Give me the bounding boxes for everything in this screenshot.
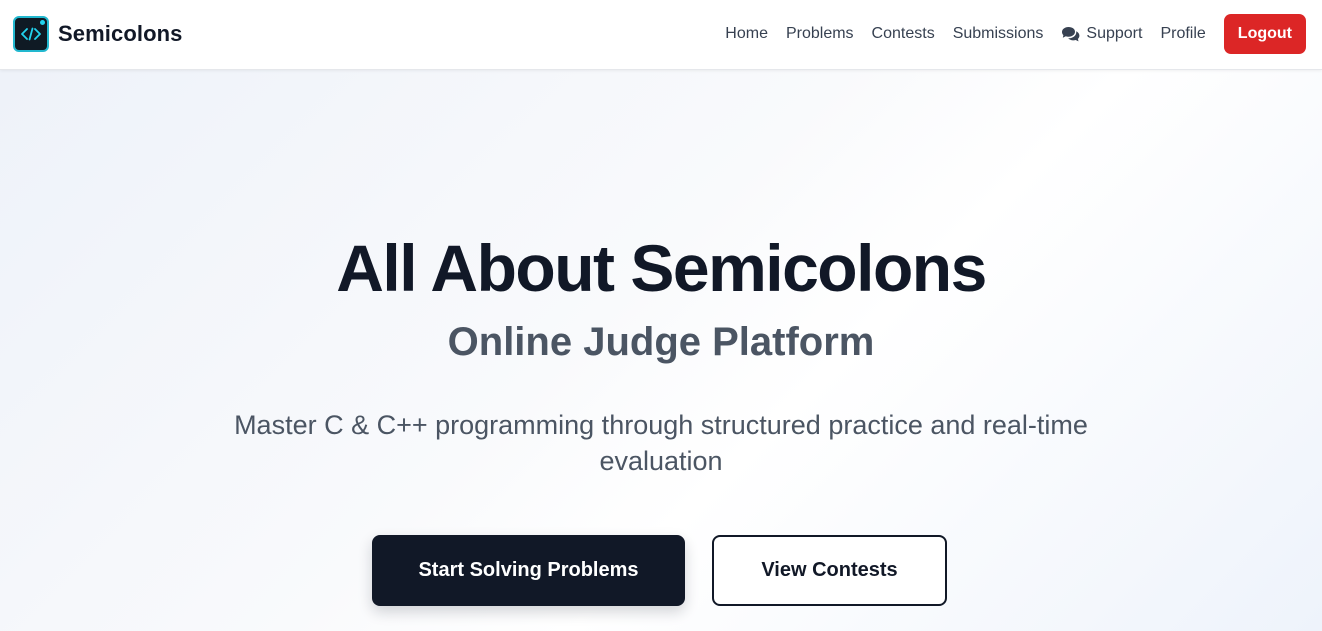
chat-bubbles-icon: [1061, 26, 1082, 42]
nav-support-label: Support: [1086, 25, 1143, 42]
nav-support-link[interactable]: Support: [1061, 25, 1142, 43]
brand-name: Semicolons: [58, 20, 183, 46]
brand-link[interactable]: Semicolons: [13, 15, 182, 52]
start-solving-button[interactable]: Start Solving Problems: [372, 535, 685, 606]
hero-description: Master C & C++ programming through struc…: [234, 410, 1088, 476]
nav-submissions-link[interactable]: Submissions: [953, 25, 1044, 43]
hero-subtitle: Online Judge Platform: [447, 320, 875, 364]
nav-contests-link[interactable]: Contests: [872, 25, 935, 43]
navbar: Semicolons Home Problems Contests Submis…: [0, 0, 1322, 70]
hero-section: All About Semicolons Online Judge Platfo…: [0, 70, 1322, 631]
nav-profile-link[interactable]: Profile: [1160, 25, 1205, 43]
code-brackets-icon: [13, 15, 49, 52]
nav-problems-link[interactable]: Problems: [786, 25, 854, 43]
hero-title: All About Semicolons: [336, 231, 987, 305]
view-contests-button[interactable]: View Contests: [712, 535, 947, 606]
nav-links: Home Problems Contests Submissions Suppo…: [725, 14, 1306, 54]
logout-button[interactable]: Logout: [1223, 14, 1306, 54]
nav-home-link[interactable]: Home: [725, 25, 768, 43]
